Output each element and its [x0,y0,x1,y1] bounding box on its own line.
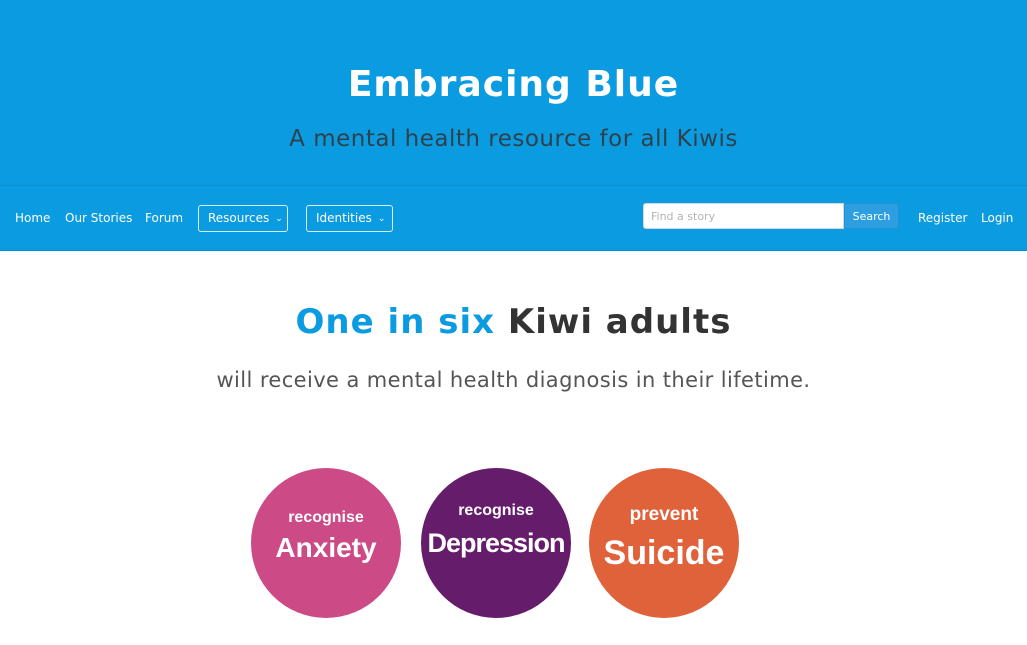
site-subtitle: A mental health resource for all Kiwis [289,126,738,152]
headline: One in six Kiwi adults [0,302,1027,342]
search-button[interactable]: Search [844,203,899,229]
subheadline: will receive a mental health diagnosis i… [216,368,811,392]
resources-dropdown-label: Resources [208,211,270,225]
headline-rest: Kiwi adults [507,302,732,342]
identities-dropdown[interactable]: Identities ⌄ [306,205,393,232]
nav-forum-link[interactable]: Forum [145,211,183,225]
hero-banner: Embracing Blue A mental health resource … [0,0,1027,185]
depression-circle-big-text: Depression [427,528,565,558]
depression-circle-link[interactable]: recognise Depression [421,468,571,618]
suicide-circle-link[interactable]: prevent Suicide [589,468,739,618]
anxiety-circle-link[interactable]: recognise Anxiety [251,468,401,618]
chevron-down-icon: ⌄ [377,214,386,224]
nav-our-stories-link[interactable]: Our Stories [65,211,132,225]
identities-dropdown-label: Identities [316,211,372,225]
headline-accent: One in six [295,302,496,342]
nav-home-link[interactable]: Home [15,211,50,225]
login-link[interactable]: Login [981,211,1013,225]
register-link[interactable]: Register [918,211,967,225]
anxiety-circle-big-text: Anxiety [275,532,377,563]
suicide-circle-big-text: Suicide [603,534,725,572]
site-title: Embracing Blue [347,64,680,105]
chevron-down-icon: ⌄ [275,214,283,224]
depression-circle-small-text: recognise [458,502,534,519]
story-search-input[interactable] [643,203,844,229]
resources-dropdown[interactable]: Resources ⌄ [198,205,288,232]
anxiety-circle-small-text: recognise [288,509,364,526]
suicide-circle-small-text: prevent [629,504,699,525]
